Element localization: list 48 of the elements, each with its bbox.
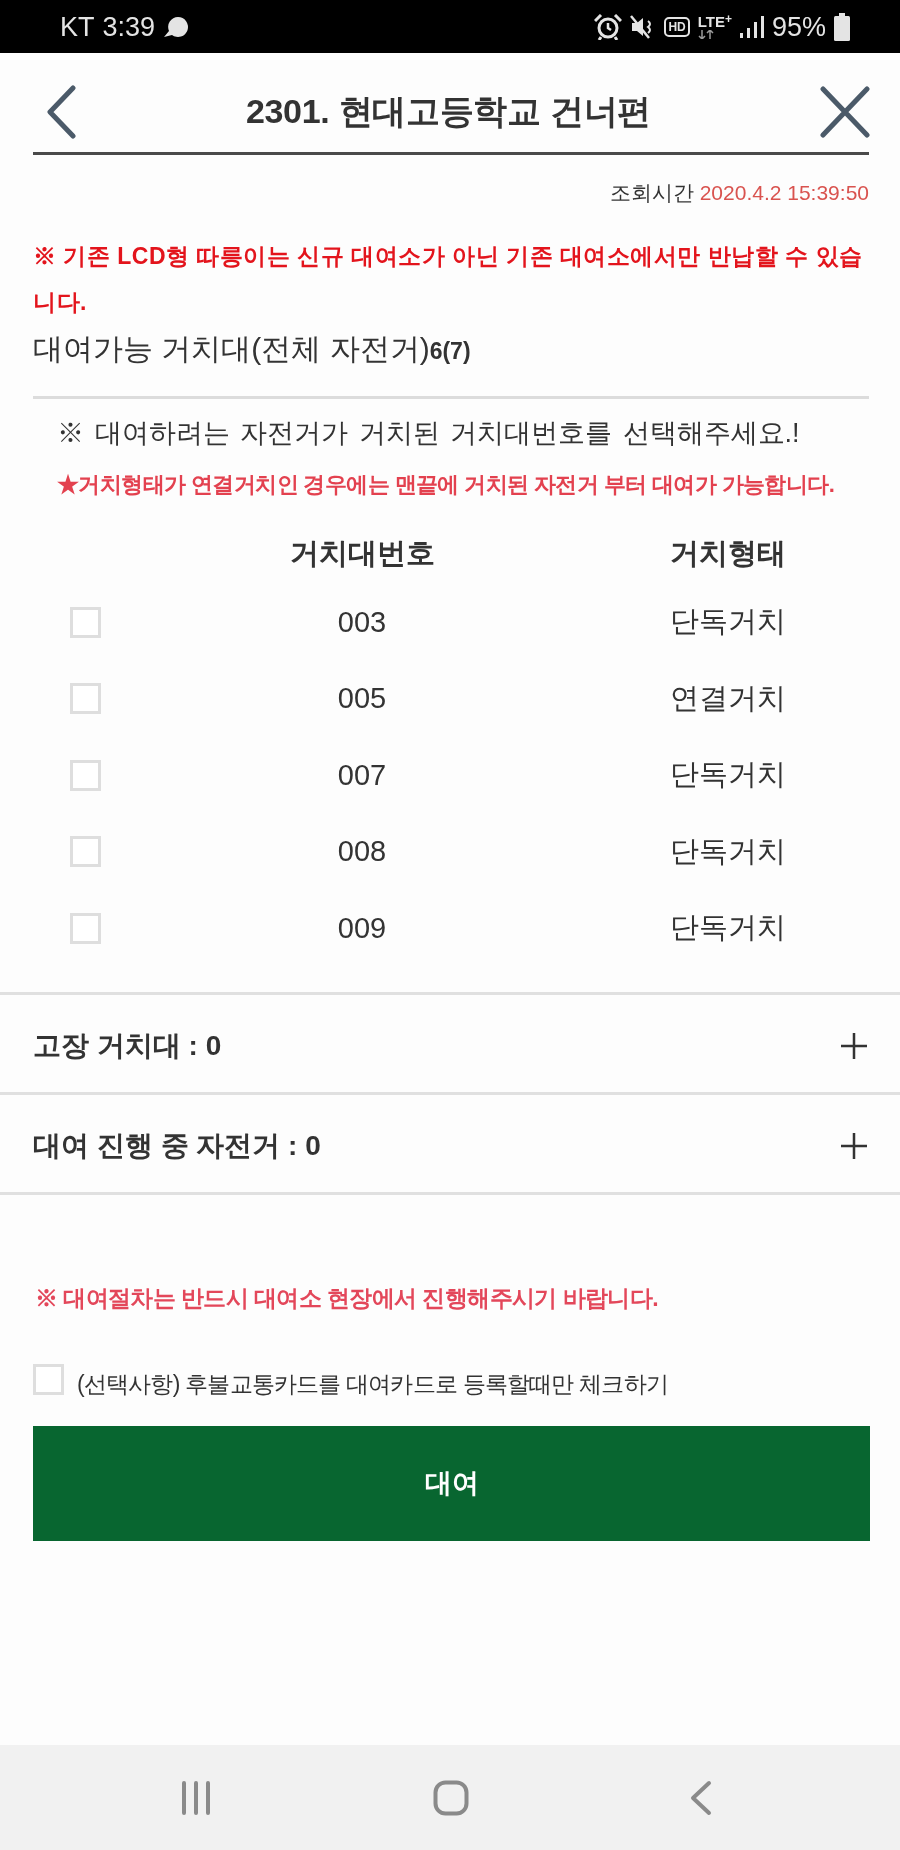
dock-number: 007 bbox=[337, 758, 387, 792]
clock-time: 3:39 bbox=[102, 11, 156, 42]
checkbox[interactable] bbox=[69, 606, 101, 638]
availability-count: 6(7) bbox=[429, 338, 471, 364]
checkbox[interactable] bbox=[33, 1363, 64, 1395]
plus-icon[interactable] bbox=[841, 1033, 867, 1059]
back-button[interactable] bbox=[45, 85, 77, 139]
dock-number: 005 bbox=[337, 682, 387, 716]
back-icon[interactable] bbox=[690, 1779, 712, 1816]
hd-indicator: HD bbox=[664, 16, 690, 37]
dock-type-notice: ★거치형태가 연결거치인 경우에는 맨끝에 거치된 자전거 부터 대여가 가능합니다. bbox=[57, 471, 836, 499]
dock-number: 008 bbox=[337, 835, 387, 869]
battery-icon bbox=[834, 12, 850, 41]
checkbox[interactable] bbox=[69, 912, 101, 944]
section-title: 대여 진행 중 자전거 : 0 bbox=[33, 1129, 321, 1163]
battery-percent: 95% bbox=[771, 11, 826, 42]
section-title: 고장 거치대 : 0 bbox=[33, 1029, 222, 1063]
checkbox[interactable] bbox=[69, 836, 101, 868]
dock-type: 단독거치 bbox=[670, 757, 786, 793]
column-header: 거치대번호 bbox=[289, 536, 435, 571]
back-chevron-icon bbox=[45, 85, 77, 139]
checkbox[interactable] bbox=[69, 759, 101, 791]
signal-bars-icon bbox=[739, 15, 764, 38]
recent-apps-icon[interactable] bbox=[181, 1780, 211, 1815]
dock-type: 단독거치 bbox=[670, 604, 786, 640]
dock-number: 003 bbox=[337, 605, 387, 639]
alarm-clock-icon bbox=[594, 13, 623, 40]
column-header: 거치형태 bbox=[670, 536, 786, 571]
network-type: LTE$^{+}$ bbox=[697, 14, 732, 30]
close-button[interactable] bbox=[820, 86, 870, 138]
close-icon bbox=[820, 86, 870, 138]
query-time: 조회시간 2020.4.2 15:39:50 bbox=[608, 180, 869, 206]
data-arrows-icon bbox=[697, 30, 714, 39]
dock-type: 연결거치 bbox=[670, 680, 786, 716]
rent-button[interactable]: 대여 bbox=[33, 1425, 870, 1541]
checkbox[interactable] bbox=[69, 683, 101, 715]
home-icon[interactable] bbox=[432, 1779, 469, 1816]
dock-number: 009 bbox=[337, 911, 387, 945]
carrier-name: KT bbox=[60, 11, 95, 42]
procedure-notice: ※ 대여절차는 반드시 대여소 현장에서 진행해주시기 바랍니다. bbox=[35, 1283, 659, 1313]
option-label: (선택사항) 후불교통카드를 대여카드로 등록할때만 체크하기 bbox=[77, 1369, 669, 1399]
return-warning: ※ 기존 LCD형 따릉이는 신규 대여소가 아닌 기존 대여소에서만 반납할 수 있습니다. bbox=[33, 242, 864, 317]
dock-type: 단독거치 bbox=[670, 833, 786, 869]
plus-icon[interactable] bbox=[841, 1133, 867, 1159]
availability-label: 대여가능 거치대(전체 자전거) bbox=[33, 331, 430, 367]
selection-instruction: ※ 대여하려는 자전거가 거치된 거치대번호를 선택해주세요.! bbox=[57, 417, 801, 450]
dock-type: 단독거치 bbox=[670, 910, 786, 946]
station-title: 2301. 현대고등학교 건너편 bbox=[245, 91, 652, 132]
